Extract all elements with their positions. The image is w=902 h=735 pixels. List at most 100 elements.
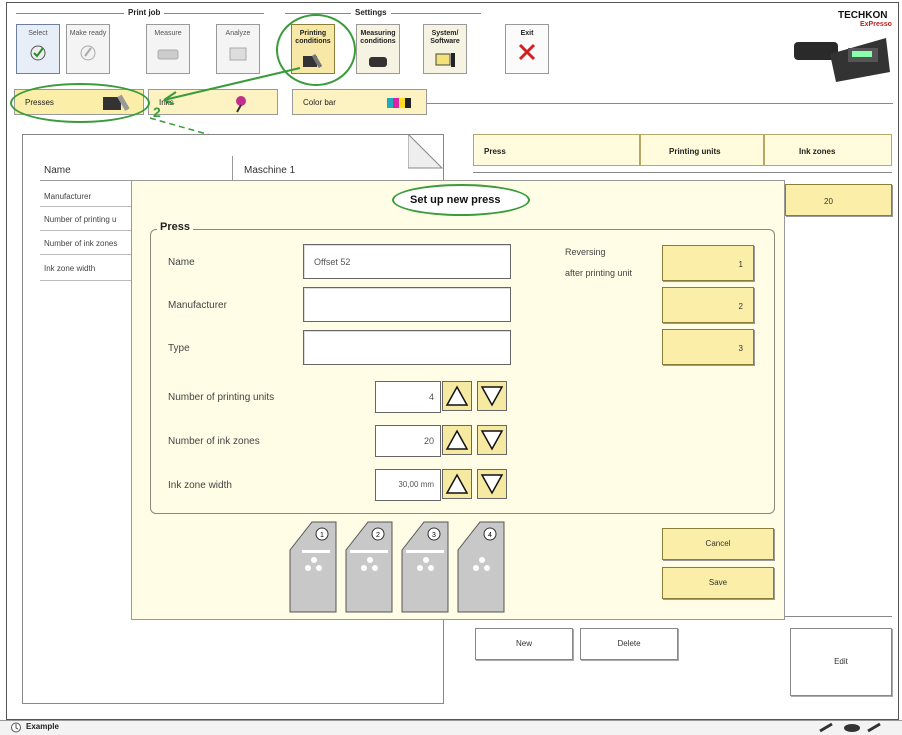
sheet-hline	[40, 206, 135, 207]
new-button[interactable]: New	[475, 628, 573, 660]
col-header-printing-units-label: Printing units	[669, 147, 721, 156]
measure-label: Measure	[154, 30, 182, 37]
reversing-label-2: after printing unit	[565, 268, 633, 278]
reversing-unit-1-button[interactable]: 1	[662, 245, 754, 281]
col-header-press[interactable]: Press	[473, 134, 640, 166]
printing-units-down-button[interactable]	[477, 381, 507, 411]
ink-zones-field[interactable]: 20	[375, 425, 441, 457]
edit-button[interactable]: Edit	[790, 628, 892, 696]
select-icon	[30, 45, 46, 61]
printjob-group-label: Print job	[124, 8, 165, 17]
col-header-ink-zones[interactable]: Ink zones	[764, 134, 892, 166]
exit-button[interactable]: Exit	[505, 24, 549, 74]
sheet-row-manufacturer: Manufacturer	[44, 192, 92, 201]
printing-units-field[interactable]: 4	[375, 381, 441, 413]
highlight-presses-tab	[10, 83, 150, 123]
sheet-hline	[40, 180, 140, 181]
reversing-label: Reversing	[565, 247, 606, 257]
example-status-icon	[11, 722, 21, 733]
type-field[interactable]	[303, 330, 511, 365]
ink-zones-up-button[interactable]	[442, 425, 472, 455]
printing-unit-4-number: 4	[488, 532, 492, 539]
analyze-label: Analyze	[225, 30, 251, 37]
sheet-name-header: Name	[44, 165, 71, 176]
brand-name: TECHKON	[838, 10, 888, 21]
sheet-row-ink-zone-width: Ink zone width	[44, 264, 96, 273]
tab-strip-line	[427, 103, 893, 104]
sheet-row-ink-zones: Number of ink zones	[44, 239, 118, 248]
triangle-up-icon	[445, 429, 469, 450]
reversing-unit-2-label: 2	[738, 302, 743, 311]
press-table-line	[473, 172, 892, 173]
exit-label: Exit	[520, 30, 534, 37]
col-header-ink-zones-label: Ink zones	[799, 147, 836, 156]
manufacturer-label: Manufacturer	[168, 300, 227, 311]
name-field[interactable]: Offset 52	[303, 244, 511, 279]
printing-unit-3: 3	[401, 521, 449, 613]
ink-zone-width-down-button[interactable]	[477, 469, 507, 499]
system-software-icon	[435, 53, 455, 67]
page-fold-corner	[408, 134, 443, 169]
make-ready-label: Make ready	[69, 30, 107, 37]
sheet-row-printing-units: Number of printing u	[44, 215, 117, 224]
reversing-unit-2-button[interactable]: 2	[662, 287, 754, 323]
ink-zone-width-label: Ink zone width	[168, 480, 232, 491]
system-software-button[interactable]: System/ Software	[423, 24, 467, 74]
ink-zones-down-button[interactable]	[477, 425, 507, 455]
measuring-conditions-label: Measuring conditions	[360, 30, 396, 45]
printing-units-up-button[interactable]	[442, 381, 472, 411]
select-button[interactable]: Select	[16, 24, 60, 74]
triangle-down-icon	[480, 386, 504, 407]
dialog-title-callout: Set up new press	[392, 184, 530, 216]
settings-group-label: Settings	[351, 8, 391, 17]
triangle-down-icon	[480, 474, 504, 495]
printing-unit-2: 2	[345, 521, 393, 613]
cancel-button[interactable]: Cancel	[662, 528, 774, 560]
ink-zone-width-up-button[interactable]	[442, 469, 472, 499]
press-row-ink-zones-value: 20	[824, 197, 833, 206]
triangle-down-icon	[480, 430, 504, 451]
dialog-title: Set up new press	[410, 194, 501, 206]
name-field-value: Offset 52	[314, 257, 351, 267]
analyze-icon	[229, 47, 247, 61]
select-label: Select	[28, 30, 48, 37]
col-header-press-label: Press	[484, 147, 506, 156]
sheet-hline	[40, 254, 135, 255]
ink-zone-width-field[interactable]: 30,00 mm	[375, 469, 441, 501]
delete-button[interactable]: Delete	[580, 628, 678, 660]
printing-unit-3-number: 3	[432, 532, 436, 539]
status-bar	[0, 720, 902, 735]
type-label: Type	[168, 343, 190, 354]
reversing-unit-1-label: 1	[738, 260, 743, 269]
triangle-up-icon	[445, 385, 469, 406]
reversing-unit-3-label: 3	[738, 344, 743, 353]
printing-unit-1-number: 1	[320, 532, 324, 539]
spectrodensitometer-device-image	[794, 38, 890, 82]
sheet-hline	[40, 230, 135, 231]
sheet-hline	[40, 280, 135, 281]
press-table-bottom-line	[785, 616, 892, 617]
ink-zones-label: Number of ink zones	[168, 436, 260, 447]
press-fieldset-legend: Press	[157, 221, 193, 233]
make-ready-button[interactable]: Make ready	[66, 24, 110, 74]
status-label: Example	[26, 722, 59, 731]
printing-unit-1: 1	[289, 521, 337, 613]
printing-units-illustration: 1 2 3 4	[289, 521, 505, 613]
press-row-ink-zones-cell[interactable]: 20	[785, 184, 892, 216]
tool-icons	[819, 722, 881, 733]
manufacturer-field[interactable]	[303, 287, 511, 322]
save-button[interactable]: Save	[662, 567, 774, 599]
sheet-col-divider	[232, 156, 233, 180]
printing-unit-4: 4	[457, 521, 505, 613]
sheet-machine-header: Maschine 1	[244, 165, 296, 176]
name-label: Name	[168, 257, 195, 268]
printjob-group-line: Print job	[16, 8, 264, 17]
system-software-label: System/ Software	[430, 30, 460, 45]
col-header-printing-units[interactable]: Printing units	[640, 134, 764, 166]
measure-icon	[157, 49, 179, 60]
printing-unit-2-number: 2	[376, 532, 380, 539]
printing-units-label: Number of printing units	[168, 392, 275, 403]
reversing-unit-3-button[interactable]: 3	[662, 329, 754, 365]
triangle-up-icon	[445, 473, 469, 494]
exit-x-icon	[518, 43, 536, 61]
